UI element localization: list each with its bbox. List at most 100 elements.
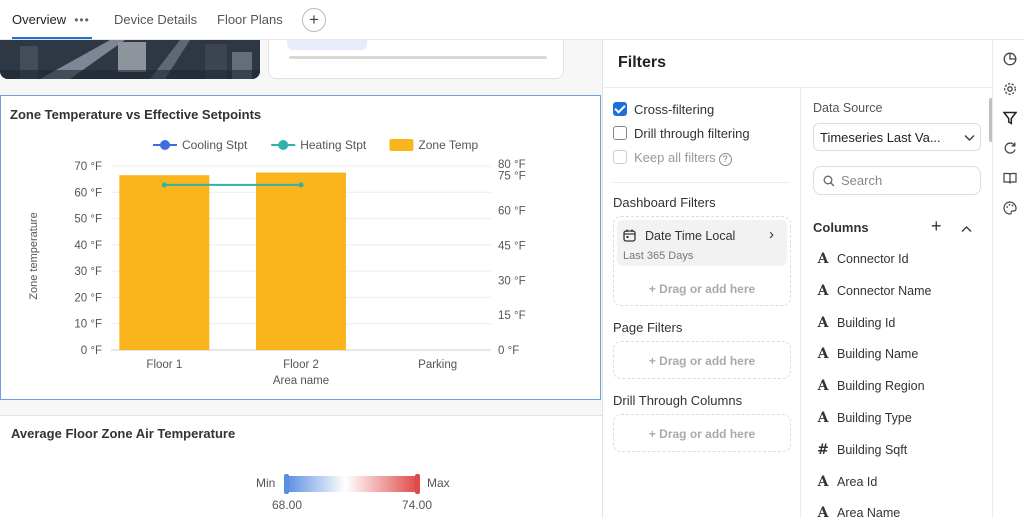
column-item[interactable]: A Area Name	[816, 505, 901, 523]
left-tick-label: 60 °F	[74, 187, 102, 199]
column-item[interactable]: # Building Sqft	[816, 442, 907, 460]
dashboard-filters-label: Dashboard Filters	[613, 195, 716, 210]
column-search-input[interactable]: Search	[813, 166, 981, 195]
column-name: Building Sqft	[837, 442, 908, 457]
tab-device-details[interactable]: Device Details	[114, 0, 197, 40]
category-label: Parking	[418, 359, 457, 371]
divider	[613, 182, 789, 183]
keep-all-filters-option: Keep all filters?	[613, 150, 732, 168]
filter-icon[interactable]	[1003, 111, 1017, 125]
data-source-value: Timeseries Last Va...	[820, 130, 941, 145]
column-name: Building Type	[837, 411, 912, 425]
city-photo	[0, 40, 260, 79]
right-tick-label: 30 °F	[498, 275, 526, 287]
column-item[interactable]: A Building Type	[816, 410, 912, 428]
drag-hint: + Drag or add here	[648, 427, 756, 441]
scale-min-handle[interactable]	[284, 474, 289, 494]
date-filter-chip[interactable]: Date Time Local › Last 365 Days	[617, 220, 787, 266]
chevron-right-icon[interactable]: ›	[769, 226, 774, 243]
add-tab-button[interactable]: +	[302, 8, 326, 32]
column-name: Area Name	[837, 506, 901, 521]
text-card-line	[289, 56, 547, 59]
zone-temp-bar[interactable]	[119, 175, 210, 350]
heating-stpt-point[interactable]	[161, 182, 167, 188]
scale-max-label: Max	[427, 476, 450, 490]
tab-more-icon[interactable]: •••	[74, 13, 90, 27]
info-icon[interactable]: ?	[718, 153, 732, 166]
right-rail	[992, 40, 1024, 518]
drill-through-columns-label: Drill Through Columns	[613, 393, 743, 408]
cross-filtering-option[interactable]: Cross-filtering	[613, 102, 714, 120]
legend-item[interactable]: Cooling Stpt	[153, 138, 248, 152]
page-filters-label: Page Filters	[613, 320, 683, 335]
checkbox[interactable]	[613, 126, 627, 140]
color-scale	[286, 476, 418, 492]
text-card[interactable]	[268, 40, 564, 79]
left-tick-label: 40 °F	[74, 240, 102, 252]
date-filter-value: Last 365 Days	[623, 250, 694, 262]
drill-through-option[interactable]: Drill through filtering	[613, 126, 750, 144]
text-type-icon: A	[817, 346, 829, 363]
column-item[interactable]: A Building Region	[816, 378, 925, 396]
column-name: Building Region	[837, 379, 925, 394]
zone-temp-bar[interactable]	[256, 172, 346, 350]
column-item[interactable]: A Connector Id	[816, 251, 909, 269]
column-name: Connector Name	[837, 283, 932, 298]
column-item[interactable]: A Building Name	[816, 346, 919, 364]
drag-hint: + Drag or add here	[648, 282, 756, 296]
gear-icon[interactable]	[1003, 82, 1017, 96]
data-source-label: Data Source	[813, 101, 883, 115]
checkbox-checked[interactable]	[613, 102, 627, 116]
right-tick-label: 80 °F	[498, 159, 526, 171]
text-type-icon: A	[817, 251, 829, 267]
legend-item[interactable]: Zone Temp	[389, 138, 479, 152]
scale-min-label: Min	[256, 476, 275, 490]
option-label: Drill through filtering	[634, 126, 750, 141]
heating-stpt-point[interactable]	[298, 182, 304, 188]
data-source-select[interactable]: Timeseries Last Va...	[813, 123, 981, 151]
tab-floor-plans[interactable]: Floor Plans	[217, 0, 283, 40]
legend-label: Zone Temp	[418, 138, 478, 152]
scale-min-value: 68.00	[272, 498, 302, 512]
add-column-icon[interactable]: +	[931, 216, 942, 237]
text-card-pill	[287, 40, 367, 50]
tab-overview[interactable]: Overview •••	[12, 0, 92, 40]
search-icon	[823, 175, 835, 187]
dashboard-filters-dropzone[interactable]: Date Time Local › Last 365 Days + Drag o…	[613, 216, 791, 306]
tab-label: Device Details	[114, 12, 198, 27]
y-axis-label: Zone temperature	[28, 212, 40, 299]
text-type-icon: A	[817, 473, 829, 490]
text-type-icon: A	[817, 410, 829, 426]
search-placeholder: Search	[841, 173, 883, 188]
legend-swatch	[278, 140, 289, 150]
chevron-down-icon	[964, 134, 975, 142]
right-tick-label: 45 °F	[498, 240, 526, 252]
option-label: Cross-filtering	[634, 102, 715, 117]
legend-item[interactable]: Heating Stpt	[271, 138, 367, 152]
zone-temp-chart-card[interactable]: Zone Temperature vs Effective Setpoints …	[0, 95, 601, 400]
heatmap: Min Max 68.00 74.00	[256, 474, 450, 512]
image-card[interactable]	[0, 40, 260, 79]
scale-max-value: 74.00	[402, 498, 432, 512]
left-tick-label: 70 °F	[74, 161, 102, 173]
tab-bar: Overview ••• Device Details Floor Plans +	[0, 0, 1024, 40]
drill-through-dropzone[interactable]: + Drag or add here	[613, 414, 791, 452]
text-type-icon: A	[817, 314, 829, 331]
number-type-icon: #	[817, 441, 829, 458]
scale-max-handle[interactable]	[415, 474, 420, 494]
column-item[interactable]: A Area Id	[816, 473, 878, 492]
page-filters-dropzone[interactable]: + Drag or add here	[613, 341, 791, 379]
text-type-icon: A	[817, 505, 829, 522]
refresh-icon[interactable]	[1003, 141, 1017, 155]
floor-air-temp-card[interactable]: Average Floor Zone Air Temperature Min M…	[0, 415, 602, 518]
column-name: Connector Id	[837, 252, 909, 266]
data-column-panel: Data Source Timeseries Last Va... Search…	[800, 88, 993, 521]
book-icon[interactable]	[1003, 171, 1017, 185]
chevron-up-icon[interactable]	[961, 225, 972, 233]
date-filter-name: Date Time Local	[645, 229, 736, 243]
palette-icon[interactable]	[1003, 201, 1017, 215]
chart-pie-icon[interactable]	[1003, 52, 1017, 66]
right-tick-label: 60 °F	[498, 206, 526, 218]
column-item[interactable]: A Building Id	[816, 314, 896, 333]
column-item[interactable]: A Connector Name	[816, 283, 932, 301]
